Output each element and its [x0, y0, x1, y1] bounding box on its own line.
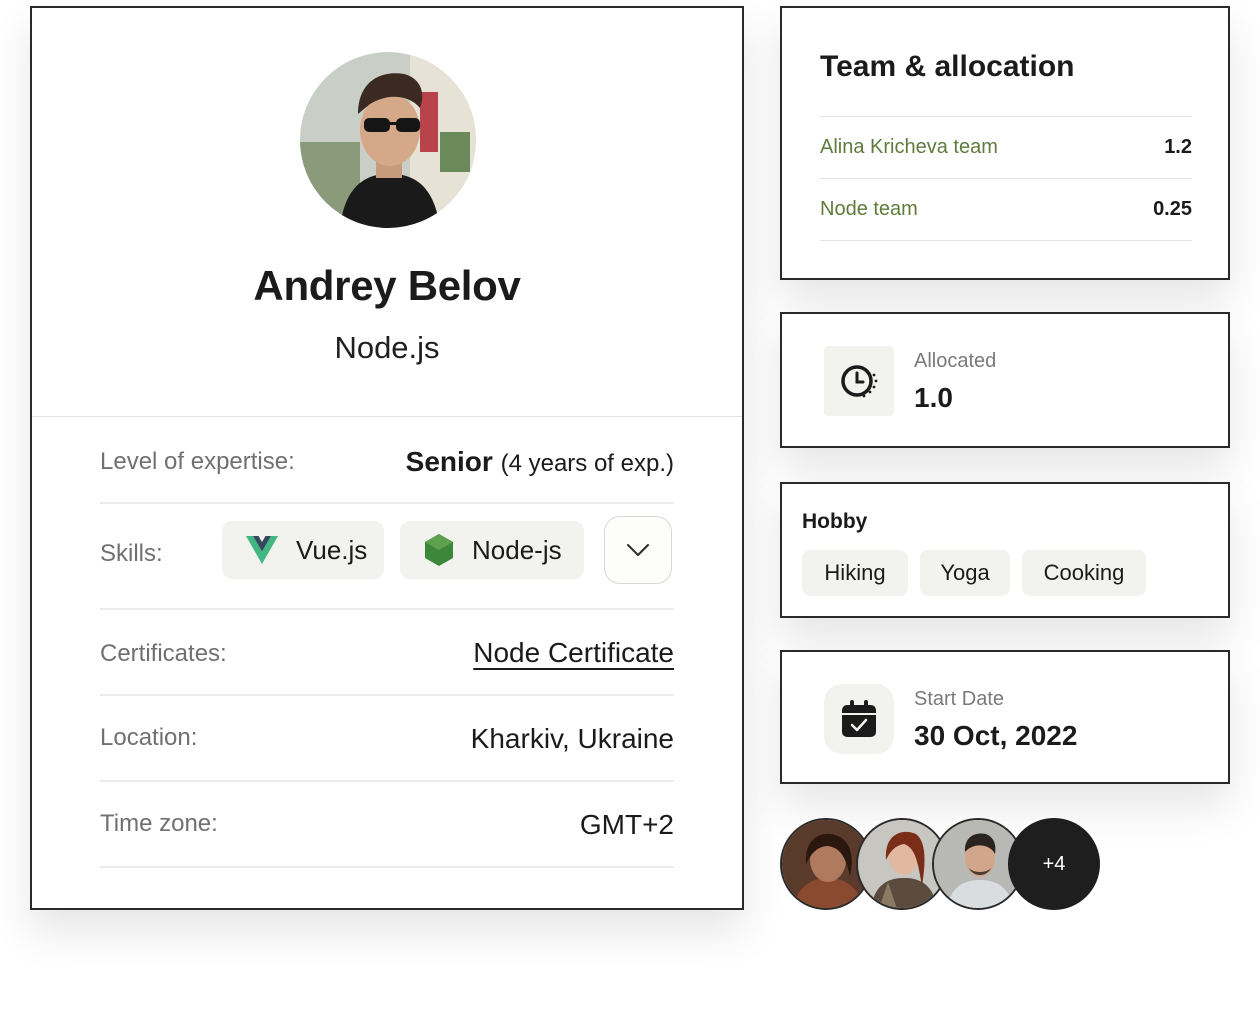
hobby-title: Hobby [802, 510, 868, 533]
skill-label-node: Node-js [472, 534, 562, 565]
hobby-card: Hobby Hiking Yoga Cooking [780, 482, 1230, 618]
allocated-value: 1.0 [914, 382, 953, 413]
nodejs-icon [425, 534, 453, 566]
skill-chip-node[interactable]: Node-js [400, 521, 584, 579]
start-date-icon-box [824, 684, 894, 754]
chevron-down-icon [627, 544, 649, 556]
profile-divider [32, 416, 742, 417]
expertise-level: Senior [405, 446, 493, 477]
team-row[interactable]: Node team 0.25 [820, 198, 1192, 221]
location-row: Location: Kharkiv, Ukraine [100, 696, 674, 782]
location-label: Location: [100, 724, 198, 751]
hobby-tag[interactable]: Cooking [1022, 550, 1146, 596]
start-date-label: Start Date [914, 688, 1005, 710]
location-value: Kharkiv, Ukraine [470, 723, 674, 754]
team-allocation-value: 1.2 [1164, 136, 1192, 158]
team-divider [820, 116, 1192, 117]
timezone-label: Time zone: [100, 810, 218, 837]
team-divider [820, 178, 1192, 179]
start-date-card: Start Date 30 Oct, 2022 [780, 650, 1230, 784]
team-allocation-card: Team & allocation Alina Kricheva team 1.… [780, 6, 1230, 280]
team-members-avatars[interactable]: +4 [780, 818, 1110, 912]
expertise-years: (4 years of exp.) [500, 450, 674, 477]
expertise-row: Level of expertise: Senior (4 years of e… [100, 432, 674, 504]
hobby-tag[interactable]: Yoga [920, 550, 1010, 596]
vue-icon [246, 536, 278, 564]
hobby-tag[interactable]: Hiking [802, 550, 908, 596]
team-name: Node team [820, 198, 918, 220]
calendar-check-icon [842, 700, 876, 737]
certificates-row: Certificates: Node Certificate [100, 610, 674, 696]
allocated-card: Allocated 1.0 [780, 312, 1230, 448]
skills-expand-button[interactable] [604, 516, 672, 584]
skill-label-vue: Vue.js [296, 534, 368, 565]
skill-chip-vue[interactable]: Vue.js [222, 521, 384, 579]
more-members-badge[interactable]: +4 [1008, 818, 1100, 910]
team-allocation-value: 0.25 [1153, 198, 1192, 220]
certificates-label: Certificates: [100, 640, 227, 667]
team-title: Team & allocation [820, 50, 1075, 83]
expertise-value: Senior (4 years of exp.) [406, 446, 674, 478]
expertise-label: Level of expertise: [100, 448, 295, 475]
start-date-value: 30 Oct, 2022 [914, 720, 1078, 751]
team-row[interactable]: Alina Kricheva team 1.2 [820, 136, 1192, 159]
allocated-label: Allocated [914, 350, 997, 372]
profile-role: Node.js [334, 330, 440, 365]
profile-name: Andrey Belov [253, 262, 521, 309]
timezone-row: Time zone: GMT+2 [100, 782, 674, 868]
timezone-value: GMT+2 [579, 809, 674, 840]
timer-icon [841, 365, 878, 398]
allocated-icon-box [824, 346, 894, 416]
profile-card: Andrey Belov Node.js Level of expertise:… [30, 6, 744, 910]
certificate-link[interactable]: Node Certificate [473, 637, 674, 669]
team-name: Alina Kricheva team [820, 136, 998, 158]
skills-row: Skills: Vue.js Node-js [100, 504, 674, 610]
team-divider [820, 240, 1192, 241]
skills-label: Skills: [100, 540, 163, 567]
profile-avatar [300, 52, 476, 228]
